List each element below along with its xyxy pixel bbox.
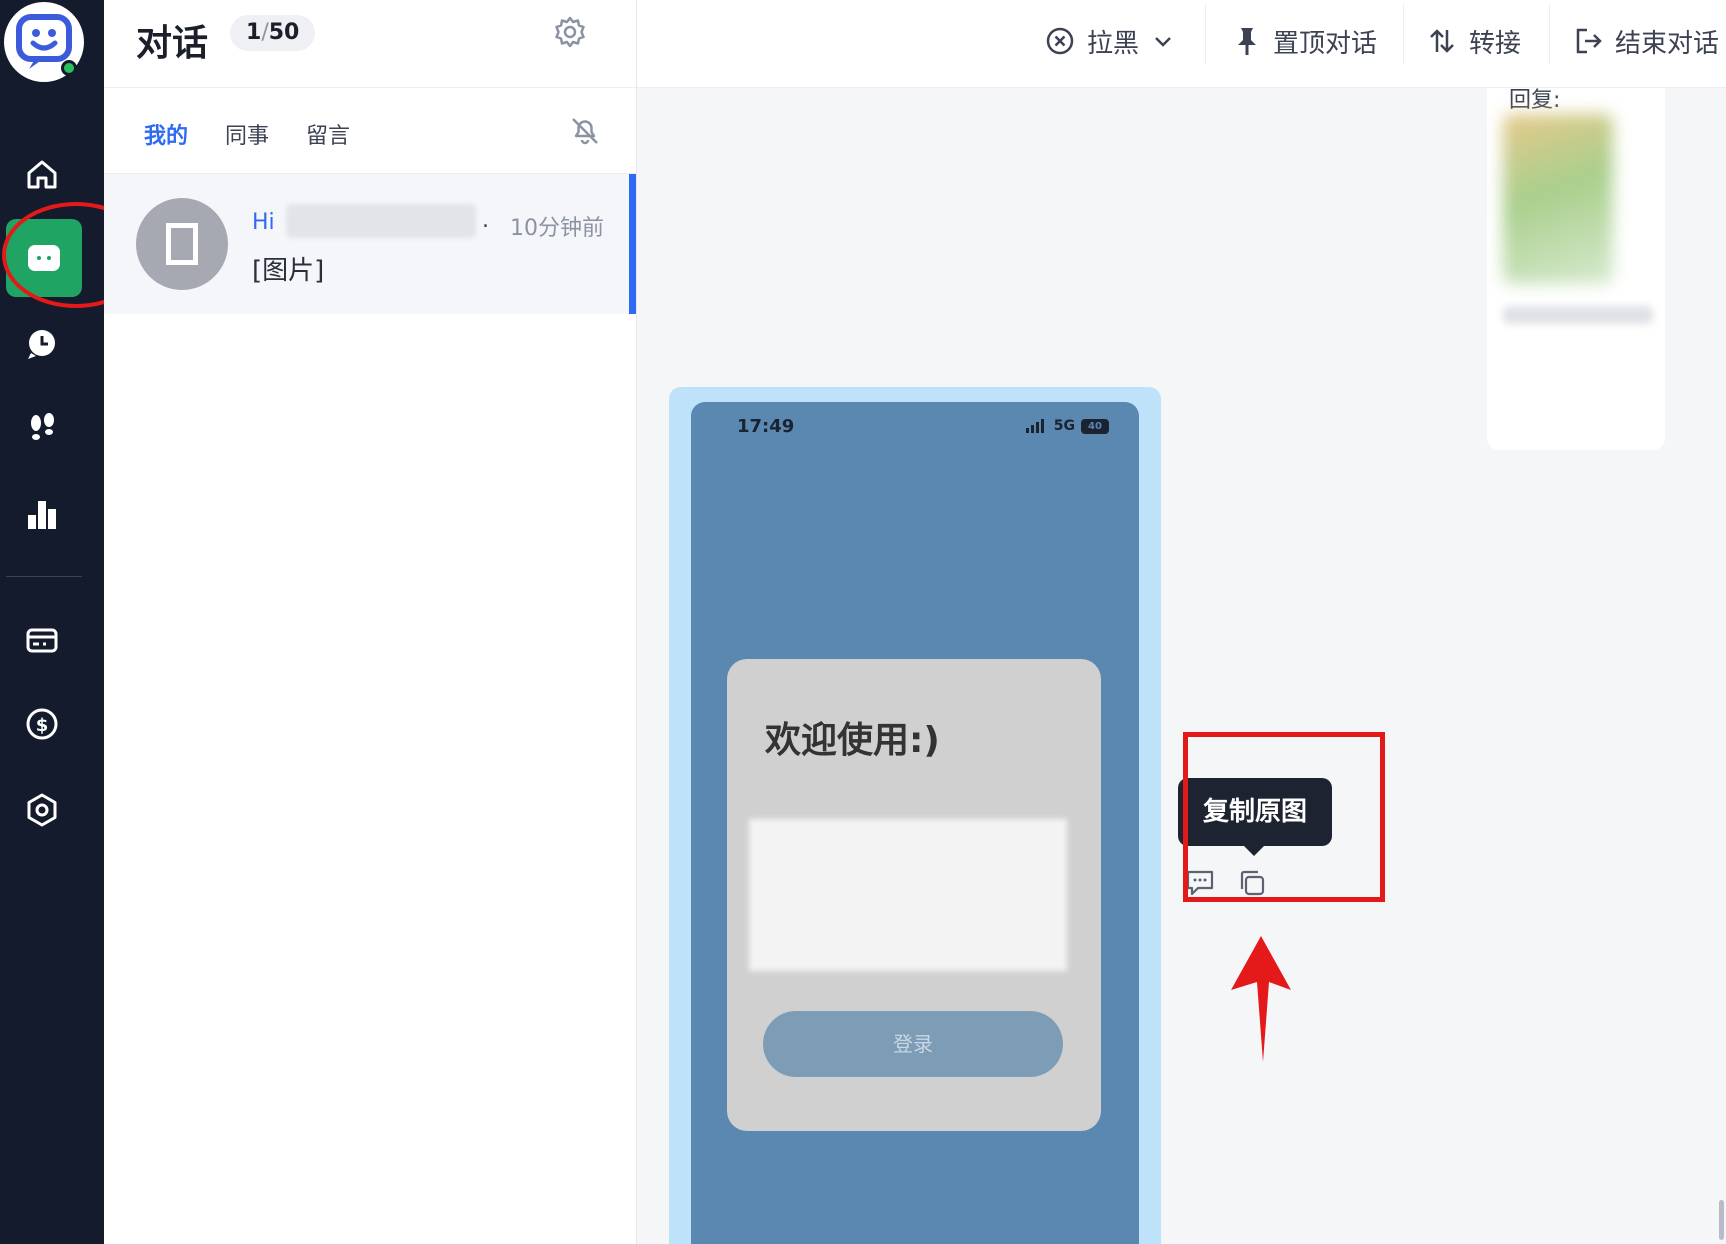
pin-icon [1238, 28, 1256, 55]
svg-text:$: $ [36, 715, 49, 736]
list-header: 对话 1/50 [104, 0, 636, 88]
conversation-time: 10分钟前 [510, 216, 604, 241]
tab-messages[interactable]: 留言 [306, 118, 350, 150]
annotation-red-arrow-icon [1231, 936, 1291, 1062]
bar-chart-icon[interactable] [22, 494, 62, 534]
list-item[interactable]: Hi . 10分钟前 [图片] [104, 174, 636, 314]
end-conversation-button[interactable]: 结束对话 [1573, 18, 1719, 64]
swap-arrows-icon [1430, 29, 1454, 53]
exit-icon [1576, 28, 1602, 54]
count-total: 50 [268, 20, 300, 45]
tab-mine[interactable]: 我的 [144, 118, 188, 150]
end-label: 结束对话 [1615, 28, 1720, 59]
welcome-dialog: 欢迎使用:) 登录 [727, 659, 1101, 1131]
dollar-icon[interactable]: $ [22, 704, 62, 744]
previous-message-card: 回复: [1487, 88, 1665, 450]
transfer-button[interactable]: 转接 [1427, 18, 1521, 64]
phone-screenshot-image: 17:49 5G 40 欢迎使用:) 登录 [691, 402, 1139, 1244]
home-icon[interactable] [22, 154, 62, 194]
chat-toolbar: 拉黑 置顶对话 转接 结束对话 [637, 0, 1726, 88]
toolbar-divider [1403, 4, 1404, 64]
history-icon[interactable] [22, 324, 62, 364]
phone-login-button: 登录 [763, 1011, 1063, 1077]
chat-messages-area[interactable]: 回复: 17:49 5G 40 欢迎使用:) 登录 复制原图 [637, 88, 1726, 1244]
online-status-dot [61, 60, 77, 76]
phone-status-bar: 5G 40 [1025, 418, 1109, 434]
previous-message-caption [1503, 306, 1653, 324]
avatar [136, 198, 228, 290]
pin-label: 置顶对话 [1273, 28, 1378, 59]
notification-off-icon[interactable] [570, 116, 600, 146]
chat-scrollbar[interactable] [1719, 1200, 1724, 1240]
previous-message-text: 回复: [1509, 88, 1561, 113]
image-message-bubble[interactable]: 17:49 5G 40 欢迎使用:) 登录 [669, 387, 1161, 1244]
redacted-dialog-content [749, 819, 1067, 971]
chevron-down-icon [1155, 37, 1171, 47]
rail-divider [6, 576, 82, 577]
conversation-last-message: [图片] [252, 256, 325, 286]
phone-time: 17:49 [737, 416, 795, 437]
toolbar-divider [1549, 4, 1550, 64]
tab-colleagues[interactable]: 同事 [225, 118, 269, 150]
toolbar-divider [1205, 4, 1206, 64]
footprints-icon[interactable] [22, 408, 62, 448]
network-label: 5G [1053, 418, 1075, 434]
conversation-name-dot: . [482, 208, 489, 233]
conversation-list-panel: 对话 1/50 我的 同事 留言 Hi . 10分钟前 [图片] [104, 0, 637, 1244]
signal-icon [1025, 419, 1044, 433]
list-tabs: 我的 同事 留言 [104, 88, 636, 174]
count-current: 1 [246, 20, 262, 45]
conversation-name: Hi [252, 210, 275, 235]
settings-hex-icon[interactable] [22, 790, 62, 830]
pin-conversation-button[interactable]: 置顶对话 [1233, 18, 1377, 64]
conversation-count-badge: 1/50 [230, 15, 316, 51]
page-title: 对话 [136, 23, 209, 64]
transfer-label: 转接 [1469, 28, 1522, 59]
card-icon[interactable] [22, 620, 62, 660]
redacted-name [286, 204, 476, 238]
active-conversation-indicator [629, 174, 636, 314]
gear-icon[interactable] [552, 14, 588, 50]
blacklist-button[interactable]: 拉黑 [1045, 18, 1175, 64]
previous-message-image [1503, 114, 1613, 284]
blacklist-label: 拉黑 [1087, 28, 1140, 59]
battery-icon: 40 [1081, 418, 1109, 434]
count-separator: / [261, 20, 269, 45]
annotation-red-rectangle [1183, 732, 1385, 902]
close-circle-icon [1046, 27, 1074, 55]
left-rail: $ [0, 0, 150, 1244]
dialog-title: 欢迎使用:) [765, 720, 940, 761]
